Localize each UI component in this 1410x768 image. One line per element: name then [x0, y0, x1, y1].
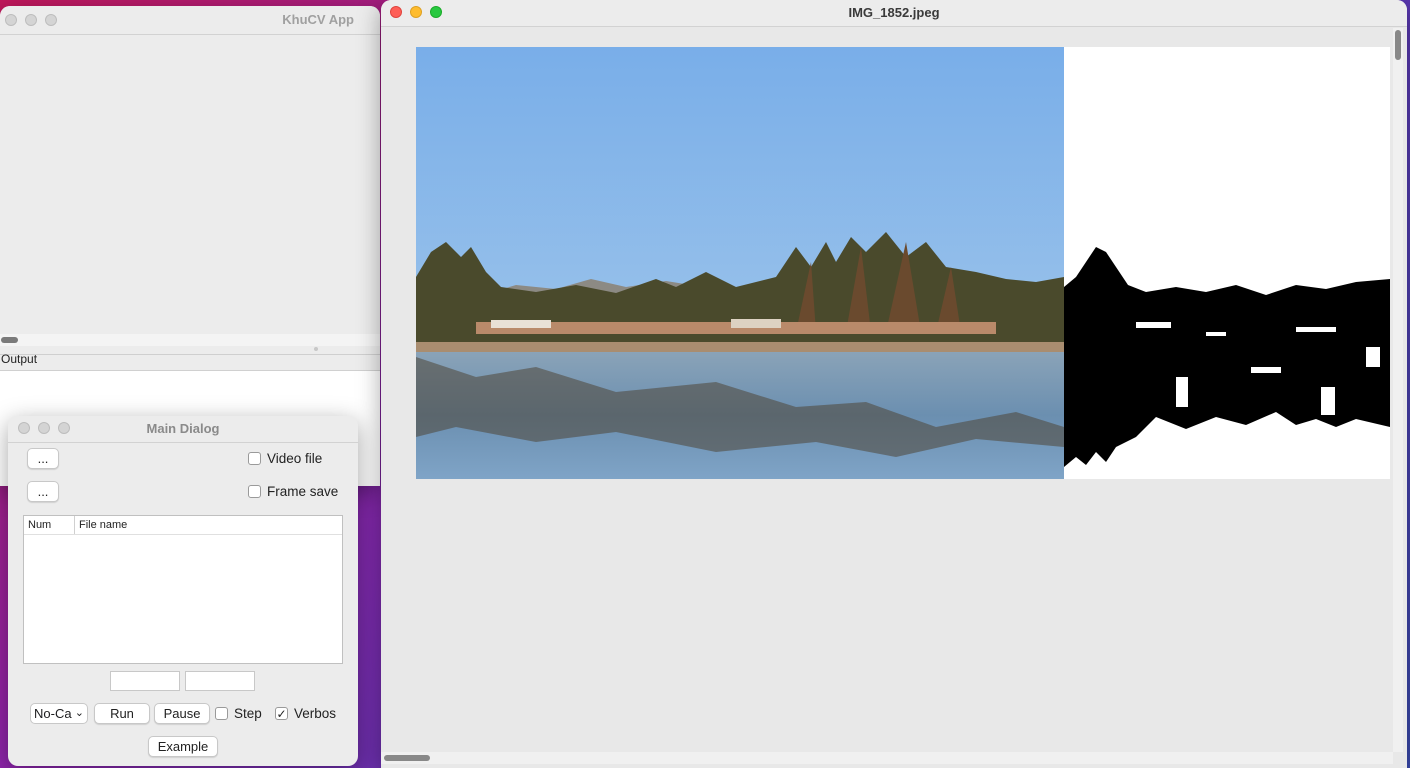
window-title: IMG_1852.jpeg [848, 5, 940, 20]
chevron-down-icon: ⌄ [74, 707, 84, 719]
checkbox-box[interactable] [248, 485, 261, 498]
scrollbar-thumb[interactable] [1, 337, 18, 343]
splitter-grip-icon [314, 347, 318, 351]
scrollbar-thumb[interactable] [384, 755, 430, 761]
pause-button[interactable]: Pause [154, 703, 210, 724]
output-label: Output [1, 352, 38, 366]
image-titlebar[interactable]: IMG_1852.jpeg [381, 0, 1407, 27]
video-file-checkbox[interactable]: Video file [248, 451, 322, 466]
main-dialog-titlebar[interactable]: Main Dialog [8, 416, 358, 443]
window-title: KhuCV App [282, 12, 354, 27]
image-window: IMG_1852.jpeg [381, 0, 1407, 768]
horizontal-scrollbar[interactable] [0, 334, 380, 346]
step-checkbox[interactable]: Step [215, 706, 262, 721]
table-body[interactable] [24, 534, 342, 663]
threshold-image [1064, 47, 1390, 479]
run-button[interactable]: Run [94, 703, 150, 724]
end-field[interactable] [185, 671, 255, 691]
checkbox-label: Verbos [294, 706, 337, 721]
camera-select-value: No-Ca [34, 706, 72, 721]
close-button[interactable] [5, 14, 17, 26]
khucv-titlebar[interactable]: KhuCV App [0, 6, 380, 35]
checkbox-label: Video file [267, 451, 323, 466]
minimize-button[interactable] [25, 14, 37, 26]
main-dialog-window: Main Dialog ... Video file ... Frame sav… [8, 416, 358, 766]
checkmark-icon[interactable]: ✓ [275, 707, 288, 720]
checkbox-label: Frame save [267, 484, 339, 499]
khucv-app-window: KhuCV App Output [0, 6, 380, 486]
table-header: Num File name [24, 516, 342, 535]
scrollbar-thumb[interactable] [1395, 30, 1401, 60]
verbose-checkbox[interactable]: ✓ Verbos [275, 706, 336, 721]
image-canvas [416, 47, 1390, 479]
file-table[interactable]: Num File name [23, 515, 343, 664]
checkbox-label: Step [234, 706, 262, 721]
checkbox-box[interactable] [248, 452, 261, 465]
start-field[interactable] [110, 671, 180, 691]
browse-video-button[interactable]: ... [27, 448, 59, 469]
frame-save-checkbox[interactable]: Frame save [248, 484, 338, 499]
column-header-num[interactable]: Num [24, 516, 75, 534]
khucv-content-area [0, 35, 380, 335]
camera-select[interactable]: No-Ca ⌄ [30, 703, 88, 724]
splitter-handle[interactable] [0, 346, 380, 355]
checkbox-box[interactable] [215, 707, 228, 720]
vertical-scrollbar[interactable] [1393, 28, 1403, 752]
browse-output-button[interactable]: ... [27, 481, 59, 502]
example-button[interactable]: Example [148, 736, 218, 757]
zoom-button[interactable] [45, 14, 57, 26]
window-title: Main Dialog [146, 421, 220, 436]
lake-photo [416, 47, 1064, 479]
horizontal-scrollbar[interactable] [381, 752, 1393, 764]
column-header-file-name[interactable]: File name [75, 516, 127, 534]
